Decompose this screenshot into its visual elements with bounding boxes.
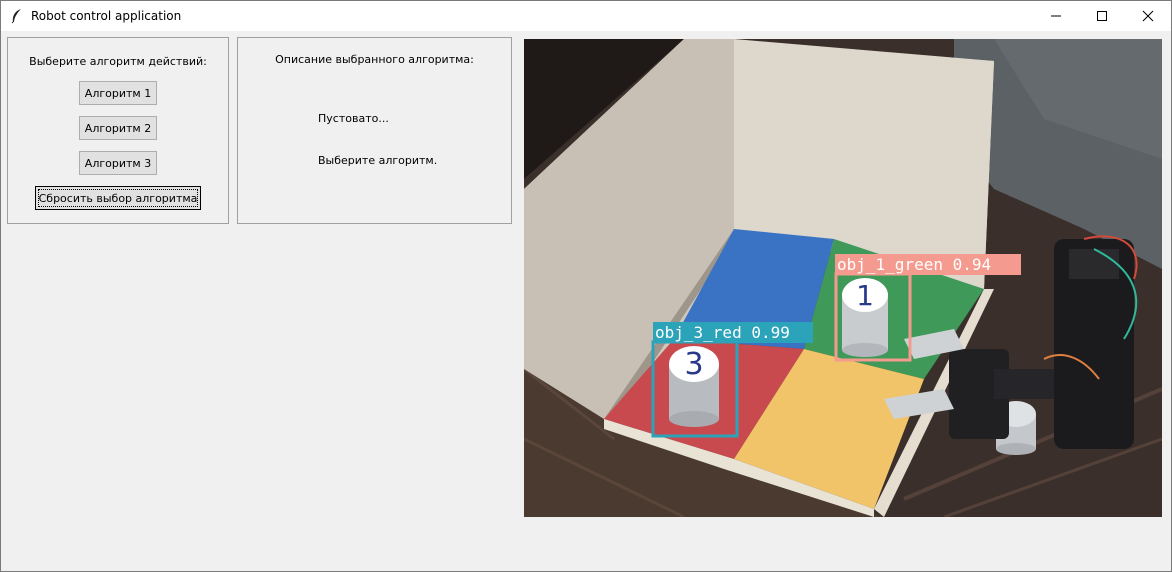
algorithm-1-button[interactable]: Алгоритм 1 — [79, 81, 157, 105]
title-bar[interactable]: Robot control application — [1, 1, 1171, 31]
maximize-button[interactable] — [1079, 1, 1125, 31]
camera-feed: 3 1 obj_3_red 0.99 obj_1_green 0.94 — [524, 39, 1162, 517]
algorithm-2-button[interactable]: Алгоритм 2 — [79, 116, 157, 140]
cylinder-3: 3 — [669, 346, 719, 427]
detection-label: obj_3_red 0.99 — [655, 323, 790, 342]
maximize-icon — [1097, 11, 1107, 21]
reset-algorithm-button[interactable]: Сбросить выбор алгоритма — [35, 186, 201, 210]
window-title: Robot control application — [31, 9, 182, 23]
description-line: Пустовато... — [318, 112, 389, 125]
algorithm-selection-panel: Выберите алгоритм действий: Алгоритм 1 А… — [7, 37, 229, 224]
algorithm-description-text: Пустовато... Выберите алгоритм. — [318, 84, 437, 196]
feather-icon — [9, 8, 25, 24]
algorithm-selection-heading: Выберите алгоритм действий: — [29, 55, 207, 68]
svg-text:1: 1 — [856, 279, 874, 312]
detection-label: obj_1_green 0.94 — [837, 255, 991, 274]
svg-text:3: 3 — [684, 347, 703, 382]
algorithm-description-panel: Описание выбранного алгоритма: Пустовато… — [237, 37, 512, 224]
close-icon — [1142, 10, 1154, 22]
minimize-button-area[interactable] — [1033, 1, 1079, 31]
algorithm-3-button[interactable]: Алгоритм 3 — [79, 151, 157, 175]
algorithm-description-heading: Описание выбранного алгоритма: — [275, 53, 474, 66]
description-line: Выберите алгоритм. — [318, 154, 438, 167]
minimize-icon — [1051, 15, 1061, 17]
app-window: Robot control application Выберите алгор… — [0, 0, 1172, 572]
cylinder-1: 1 — [842, 278, 888, 357]
close-button[interactable] — [1125, 1, 1171, 31]
